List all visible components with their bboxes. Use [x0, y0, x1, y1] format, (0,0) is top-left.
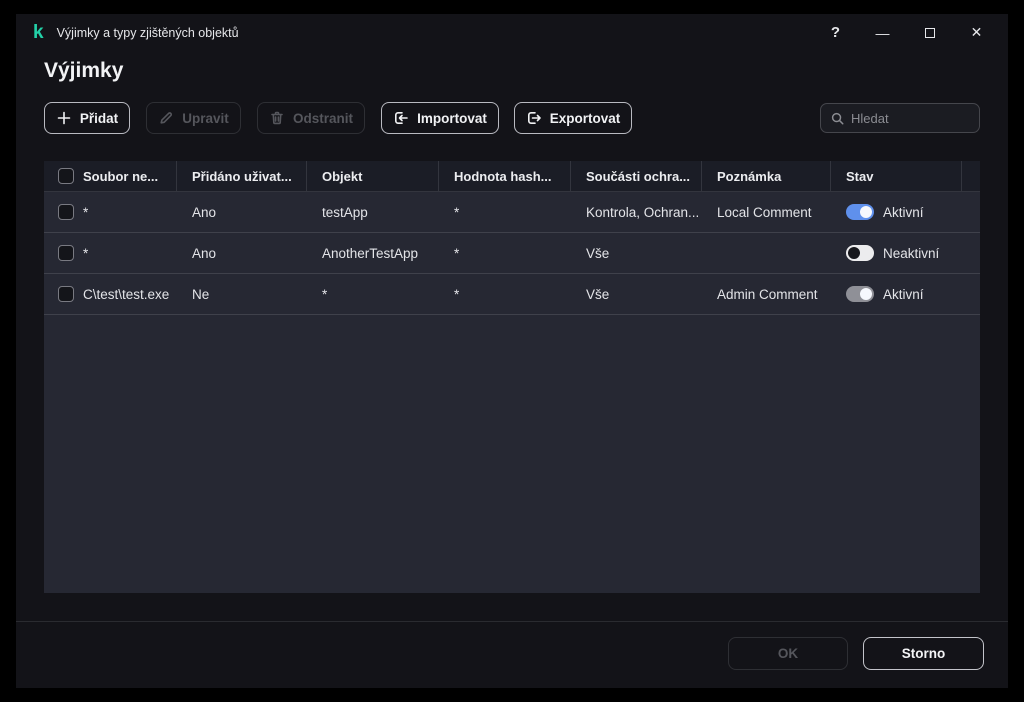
cell-components: Vše: [586, 286, 610, 302]
cell-file: C\test\test.exe: [83, 286, 170, 302]
cell-hash: *: [454, 245, 460, 261]
table-header: Soubor ne... Přidáno uživat... Objekt Ho…: [44, 161, 980, 192]
toggle-knob: [860, 206, 872, 218]
header-state: Stav: [831, 161, 962, 191]
minimize-icon: —: [875, 24, 890, 41]
import-icon: [395, 112, 408, 124]
cell-added-by-user: Ano: [192, 245, 217, 261]
cell-added-by-user: Ano: [192, 204, 217, 220]
header-file-label: Soubor ne...: [83, 168, 159, 184]
row-checkbox[interactable]: [58, 286, 74, 302]
select-all-checkbox[interactable]: [58, 168, 74, 184]
minimize-button[interactable]: —: [859, 14, 906, 51]
delete-button[interactable]: Odstranit: [257, 102, 365, 134]
app-window: k Výjimky a typy zjištěných objektů ? — …: [16, 14, 1008, 688]
ok-button[interactable]: OK: [728, 637, 848, 670]
help-button[interactable]: ?: [812, 14, 859, 51]
header-added-label: Přidáno uživat...: [192, 168, 292, 184]
cell-comment: Local Comment: [717, 204, 812, 220]
header-object-label: Objekt: [322, 168, 363, 184]
edit-button[interactable]: Upravit: [146, 102, 241, 134]
maximize-icon: [924, 27, 935, 38]
row-checkbox[interactable]: [58, 204, 74, 220]
row-checkbox[interactable]: [58, 245, 74, 261]
import-button-label: Importovat: [417, 110, 487, 126]
cell-state: Aktivní: [831, 192, 962, 232]
export-button-label: Exportovat: [549, 110, 621, 126]
state-label: Aktivní: [883, 204, 924, 220]
pencil-icon: [160, 112, 173, 124]
cell-components: Vše: [586, 245, 610, 261]
trash-icon: [271, 111, 283, 125]
cell-file: *: [83, 245, 89, 261]
header-components-label: Součásti ochra...: [586, 168, 691, 184]
close-icon: ✕: [970, 24, 983, 40]
export-icon: [527, 112, 541, 124]
cancel-button[interactable]: Storno: [863, 637, 984, 670]
titlebar: k Výjimky a typy zjištěných objektů ? — …: [16, 14, 1008, 51]
state-toggle[interactable]: [846, 204, 874, 220]
toggle-knob: [860, 288, 872, 300]
header-hash: Hodnota hash...: [439, 161, 571, 191]
cell-added-by-user: Ne: [192, 286, 210, 302]
state-toggle[interactable]: [846, 286, 874, 302]
window-title: Výjimky a typy zjištěných objektů: [56, 25, 239, 40]
cell-state: Neaktivní: [831, 233, 962, 273]
header-object: Objekt: [307, 161, 439, 191]
cell-hash: *: [454, 286, 460, 302]
delete-button-label: Odstranit: [292, 110, 353, 126]
cell-file: *: [83, 204, 89, 220]
import-button[interactable]: Importovat: [381, 102, 499, 134]
close-button[interactable]: ✕: [953, 14, 1000, 51]
header-hash-label: Hodnota hash...: [454, 168, 552, 184]
kaspersky-logo-icon: k: [33, 22, 44, 43]
header-file: Soubor ne...: [44, 161, 177, 191]
cell-comment: Admin Comment: [717, 286, 818, 302]
add-button-label: Přidat: [79, 110, 119, 126]
help-icon: ?: [830, 24, 841, 41]
search-input[interactable]: [851, 110, 970, 126]
toggle-knob: [848, 247, 860, 259]
cell-object: AnotherTestApp: [322, 245, 419, 261]
cell-object: *: [322, 286, 328, 302]
plus-icon: [57, 111, 71, 125]
footer-divider: [16, 621, 1008, 622]
state-toggle[interactable]: [846, 245, 874, 261]
window-controls: ? — ✕: [812, 14, 1000, 51]
cell-object: testApp: [322, 204, 368, 220]
state-label: Aktivní: [883, 286, 924, 302]
header-comment-label: Poznámka: [717, 168, 782, 184]
add-button[interactable]: Přidat: [44, 102, 130, 134]
cell-state: Aktivní: [831, 274, 962, 314]
header-comment: Poznámka: [702, 161, 831, 191]
export-button[interactable]: Exportovat: [514, 102, 632, 134]
edit-button-label: Upravit: [182, 110, 229, 126]
header-added-by-user: Přidáno uživat...: [177, 161, 307, 191]
page-title: Výjimky: [44, 59, 124, 82]
state-label: Neaktivní: [883, 245, 940, 261]
exclusions-table: Soubor ne... Přidáno uživat... Objekt Ho…: [44, 161, 980, 593]
table-row[interactable]: C\test\test.exe Ne * * Vše Admin Comment…: [44, 274, 980, 315]
cell-hash: *: [454, 204, 460, 220]
cell-comment: [702, 233, 831, 273]
search-icon: [831, 112, 844, 124]
maximize-button[interactable]: [906, 14, 953, 51]
table-row[interactable]: * Ano testApp * Kontrola, Ochran... Loca…: [44, 192, 980, 233]
header-spacer: [962, 161, 980, 191]
cell-components: Kontrola, Ochran...: [586, 204, 700, 220]
table-row[interactable]: * Ano AnotherTestApp * Vše Neaktivní: [44, 233, 980, 274]
header-components: Součásti ochra...: [571, 161, 702, 191]
search-box: [820, 103, 980, 133]
header-state-label: Stav: [846, 168, 874, 184]
